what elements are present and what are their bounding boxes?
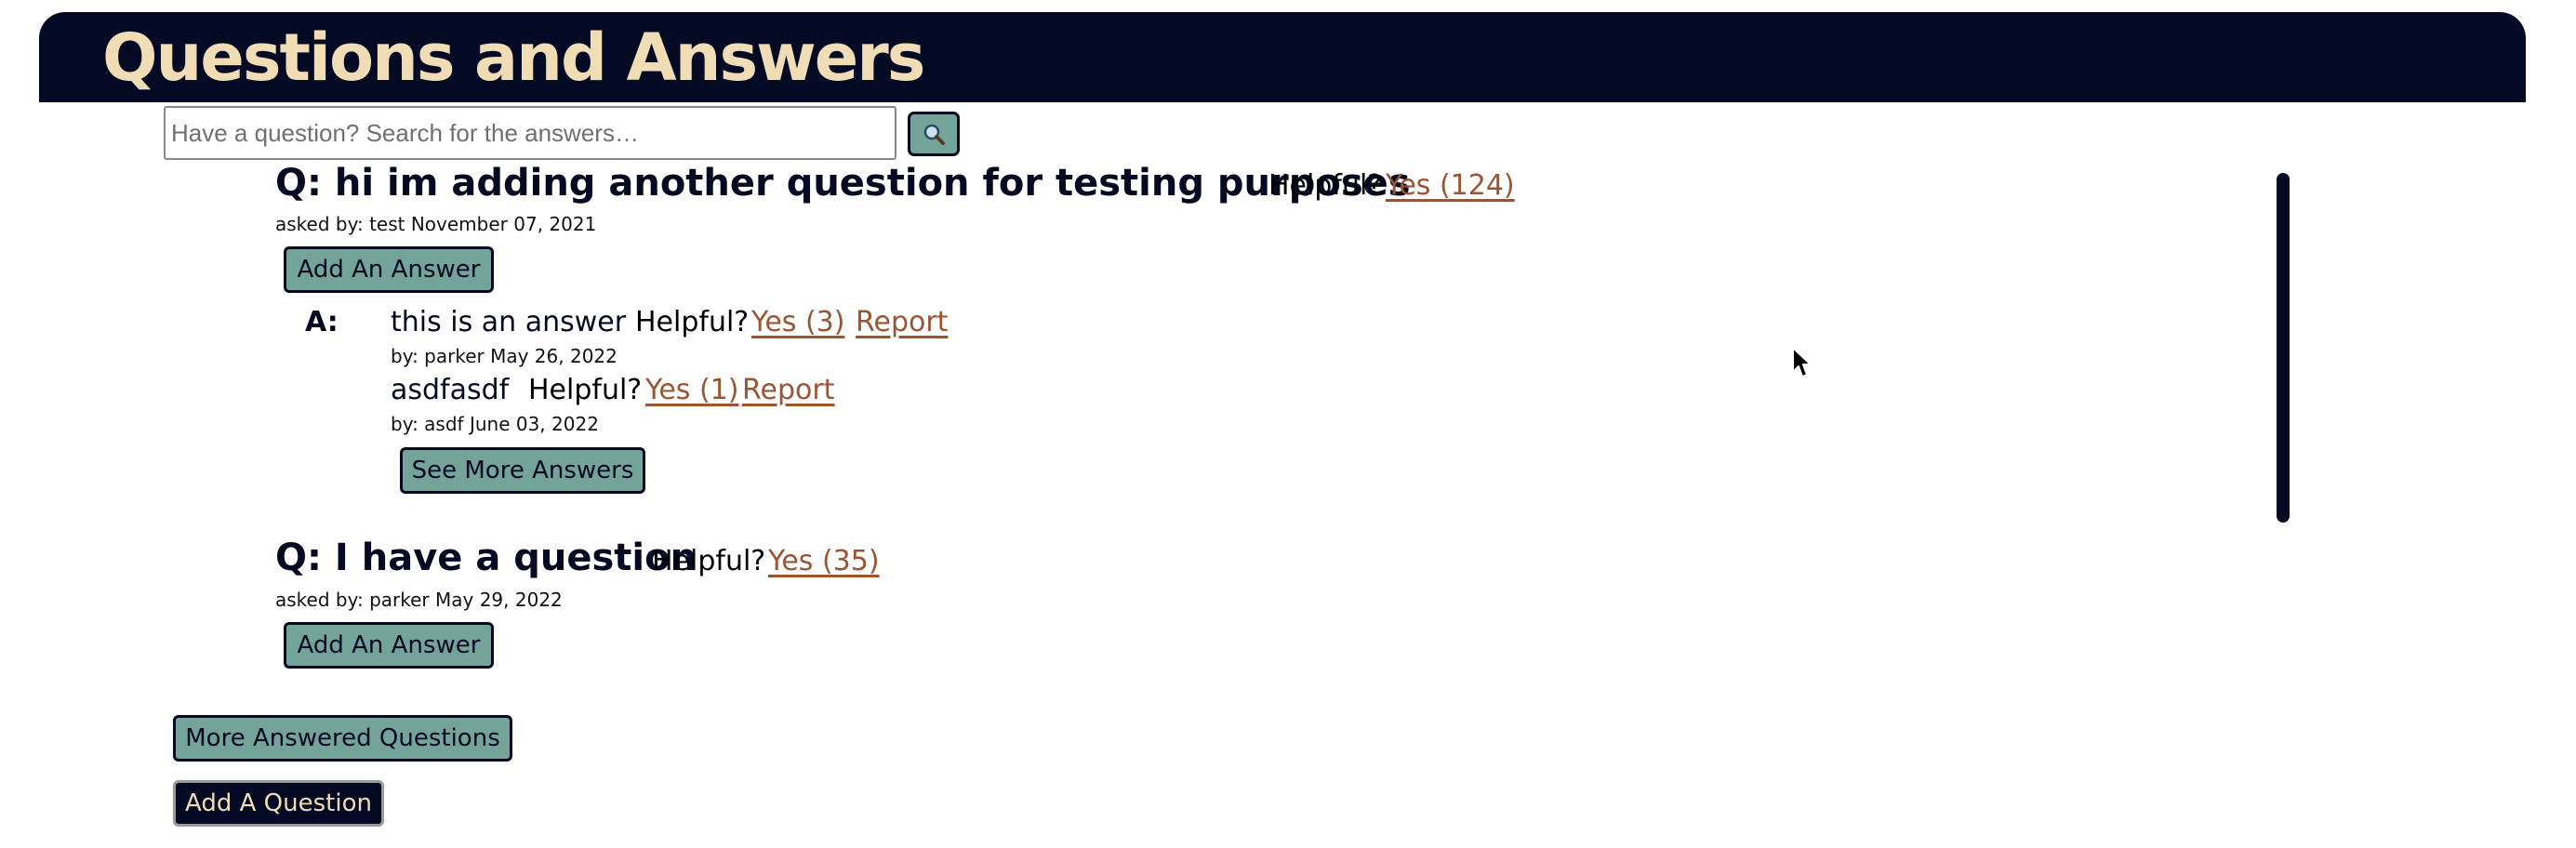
mouse-cursor-icon <box>1792 347 1812 378</box>
answer-helpful-label: Helpful? <box>528 374 643 406</box>
question-helpful-yes-link[interactable]: Yes (124) <box>1386 167 1515 205</box>
more-answered-questions-button[interactable]: More Answered Questions <box>173 715 512 762</box>
question-helpful-label: Helpful? <box>1268 169 1383 202</box>
question-asked-by: asked by: test November 07, 2021 <box>275 213 597 235</box>
question-title: Q: hi im adding another question for tes… <box>275 162 1411 205</box>
answer-helpful-label: Helpful? <box>635 306 750 338</box>
add-answer-button[interactable]: Add An Answer <box>284 246 494 293</box>
page-title: Questions and Answers <box>102 20 925 96</box>
question-helpful-label: Helpful? <box>652 545 766 577</box>
search-button[interactable] <box>908 112 960 156</box>
search-input[interactable] <box>164 106 896 160</box>
add-answer-button[interactable]: Add An Answer <box>284 622 494 669</box>
answer-helpful-yes-link[interactable]: Yes (1) <box>645 372 738 409</box>
question-helpful-yes-link[interactable]: Yes (35) <box>768 543 880 580</box>
answer-body: asdfasdf <box>391 374 510 406</box>
question-asked-by: asked by: parker May 29, 2022 <box>275 589 563 611</box>
search-icon <box>923 124 945 145</box>
answer-by: by: parker May 26, 2022 <box>391 345 617 367</box>
add-question-button[interactable]: Add A Question <box>173 780 384 827</box>
answer-report-link[interactable]: Report <box>856 304 948 341</box>
answers-label: A: <box>305 306 339 338</box>
scrollbar[interactable] <box>2277 173 2290 523</box>
answer-helpful-yes-link[interactable]: Yes (3) <box>751 304 844 341</box>
question-title: Q: I have a question <box>275 537 697 579</box>
answer-report-link[interactable]: Report <box>742 372 834 409</box>
answer-body: this is an answer <box>391 306 627 338</box>
answer-by: by: asdf June 03, 2022 <box>391 413 599 435</box>
see-more-answers-button[interactable]: See More Answers <box>400 447 645 494</box>
